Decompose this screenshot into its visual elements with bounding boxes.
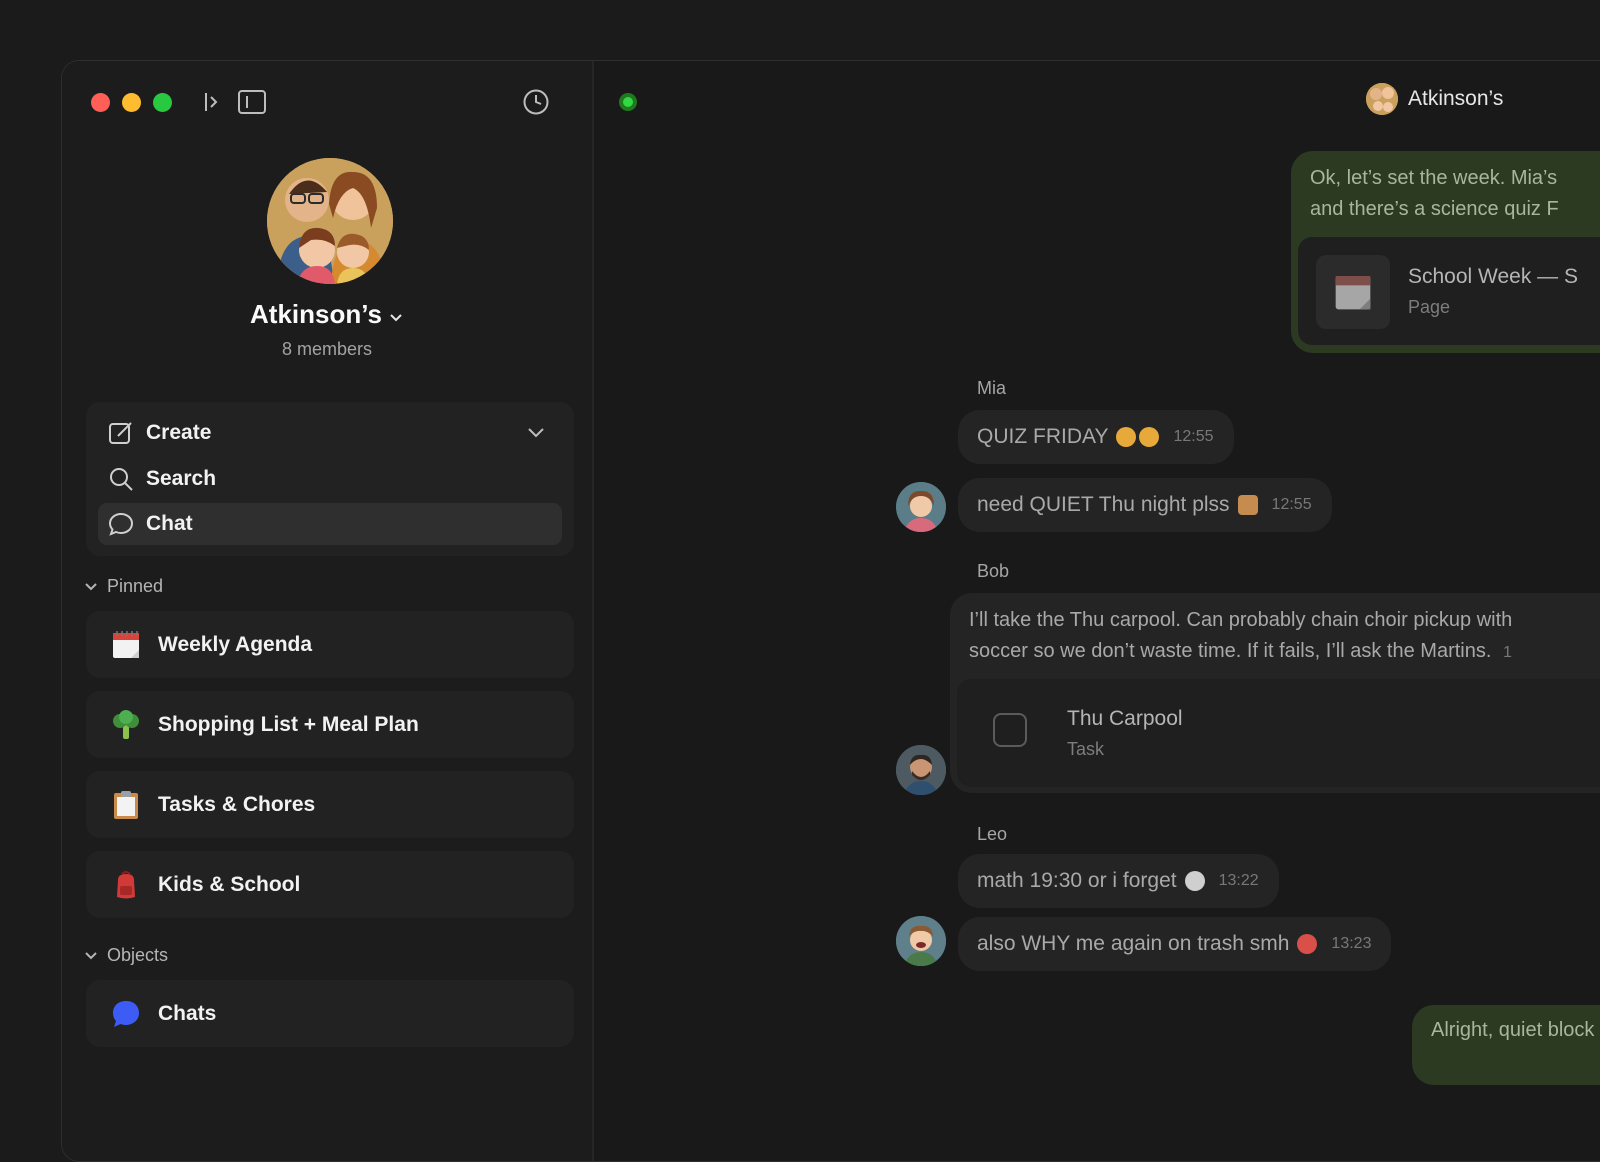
message-time: 12:55	[1271, 496, 1312, 513]
incoming-message[interactable]: math 19:30 or i forget 13:22	[958, 854, 1279, 908]
space-name-switcher[interactable]: Atkinson’s	[62, 299, 592, 332]
pinned-item-kids-school[interactable]: Kids & School	[86, 851, 574, 918]
message-line: and there’s a science quiz F	[1310, 198, 1559, 220]
message-text: I’ll take the Thu carpool. Can probably …	[969, 605, 1512, 668]
pinned-item-label: Tasks & Chores	[158, 792, 316, 816]
chat-bubble-icon	[110, 998, 142, 1030]
calendar-icon	[1316, 255, 1390, 329]
chat-avatar	[1366, 83, 1398, 115]
objects-section-header[interactable]: Objects	[84, 945, 168, 966]
chevron-down-icon	[84, 580, 98, 594]
message-text: Ok, let’s set the week. Mia’s and there’…	[1310, 163, 1559, 225]
app-window: Atkinson’s 8 members Create Search Chat …	[61, 60, 1600, 1162]
pinned-item-label: Kids & School	[158, 872, 301, 896]
message-line: I’ll take the Thu carpool. Can probably …	[969, 609, 1513, 631]
sender-name: Mia	[977, 378, 1007, 398]
praying-hands-icon	[1237, 495, 1258, 515]
message-text: QUIZ FRIDAY	[977, 425, 1109, 448]
message-time: 1	[1502, 644, 1512, 661]
skull-icon	[1184, 871, 1205, 891]
attachment-title: School Week — S	[1408, 265, 1579, 288]
message-text: also WHY me again on trash smh	[977, 932, 1290, 955]
chevron-down-icon[interactable]	[526, 422, 546, 447]
member-count: 8 members	[281, 339, 373, 359]
expand-panel-icon[interactable]	[197, 87, 227, 117]
incoming-message[interactable]: also WHY me again on trash smh 13:23	[958, 917, 1392, 971]
page-attachment-card[interactable]: School Week — S Page	[1298, 237, 1600, 345]
toggle-sidebar-icon[interactable]	[237, 87, 267, 117]
clipboard-icon	[110, 789, 142, 821]
incoming-message[interactable]: I’ll take the Thu carpool. Can probably …	[950, 593, 1600, 793]
nav-search[interactable]: Search	[98, 458, 562, 500]
sender-name: Leo	[977, 824, 1008, 844]
online-status-indicator	[619, 93, 637, 111]
nav-create[interactable]: Create	[98, 412, 562, 454]
outgoing-message[interactable]: Alright, quiet block	[1412, 1005, 1600, 1085]
crying-face-icon	[1139, 427, 1160, 447]
space-name: Atkinson’s	[250, 299, 382, 329]
calendar-icon	[110, 629, 142, 661]
zoom-window-button[interactable]	[153, 93, 172, 112]
nav-chat[interactable]: Chat	[98, 503, 562, 545]
pinned-item-label: Shopping List + Meal Plan	[158, 712, 419, 736]
objects-item-label: Chats	[158, 1001, 217, 1025]
chat-icon	[108, 511, 134, 537]
chat-title: Atkinson’s	[1408, 87, 1504, 110]
avatar-bob[interactable]	[896, 745, 946, 795]
objects-item-chats[interactable]: Chats	[86, 980, 574, 1047]
objects-label: Objects	[107, 945, 169, 965]
attachment-type: Page	[1408, 297, 1451, 317]
space-avatar[interactable]	[267, 158, 393, 284]
nav-create-label: Create	[146, 421, 212, 444]
task-checkbox[interactable]	[993, 713, 1027, 747]
history-clock-icon[interactable]	[521, 87, 551, 117]
message-line: soccer so we don’t waste time. If it fai…	[969, 640, 1492, 662]
message-line: Ok, let’s set the week. Mia’s	[1310, 167, 1558, 189]
nav-chat-label: Chat	[146, 512, 193, 535]
pinned-item-shopping-list[interactable]: Shopping List + Meal Plan	[86, 691, 574, 758]
pinned-item-label: Weekly Agenda	[158, 632, 313, 656]
outgoing-message[interactable]: Ok, let’s set the week. Mia’s and there’…	[1291, 151, 1600, 353]
message-time: 13:22	[1218, 872, 1259, 889]
message-text: need QUIET Thu night plss	[977, 493, 1230, 516]
task-title: Thu Carpool	[1067, 707, 1183, 730]
nav-card: Create Search Chat	[86, 402, 574, 556]
message-time: 13:23	[1331, 935, 1372, 952]
nav-search-label: Search	[146, 467, 217, 490]
avatar-leo[interactable]	[896, 916, 946, 966]
clown-face-icon	[1297, 934, 1318, 954]
chevron-down-icon	[84, 949, 98, 963]
sidebar: Atkinson’s 8 members Create Search Chat …	[62, 61, 594, 1161]
pinned-section-header[interactable]: Pinned	[84, 576, 163, 597]
incoming-message[interactable]: need QUIET Thu night plss 12:55	[958, 478, 1332, 532]
pinned-label: Pinned	[107, 576, 164, 596]
message-text: Alright, quiet block	[1431, 1019, 1595, 1041]
pinned-item-weekly-agenda[interactable]: Weekly Agenda	[86, 611, 574, 678]
sender-name: Bob	[977, 561, 1010, 581]
chevron-down-icon	[388, 301, 404, 332]
task-type: Task	[1067, 739, 1105, 759]
chat-pane: Atkinson’s Ok, let’s set the week. Mia’s…	[594, 61, 1600, 1161]
chat-header[interactable]: Atkinson’s	[1366, 83, 1503, 115]
minimize-window-button[interactable]	[122, 93, 141, 112]
search-icon	[108, 466, 134, 492]
compose-icon	[108, 420, 134, 446]
message-text: math 19:30 or i forget	[977, 869, 1177, 892]
broccoli-icon	[110, 709, 142, 741]
incoming-message[interactable]: QUIZ FRIDAY 12:55	[958, 410, 1234, 464]
backpack-icon	[110, 869, 142, 901]
avatar-mia[interactable]	[896, 482, 946, 532]
pinned-item-tasks-chores[interactable]: Tasks & Chores	[86, 771, 574, 838]
close-window-button[interactable]	[91, 93, 110, 112]
crying-face-icon	[1116, 427, 1137, 447]
task-attachment-card[interactable]: Thu Carpool Task	[957, 679, 1600, 787]
message-time: 12:55	[1173, 428, 1214, 445]
